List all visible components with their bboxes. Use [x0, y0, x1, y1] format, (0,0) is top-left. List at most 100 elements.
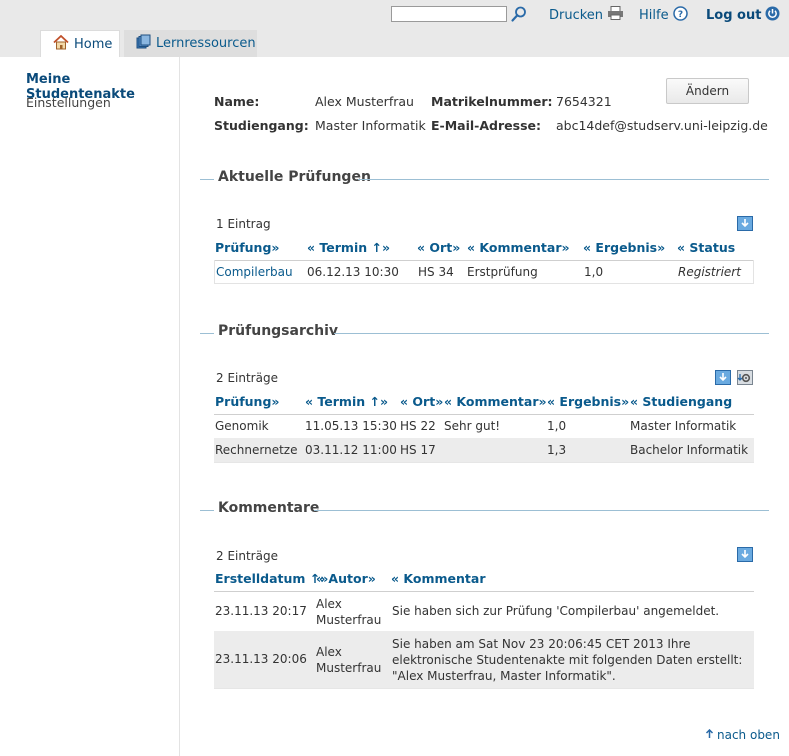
- cell-autor: Alex Musterfrau: [316, 645, 382, 675]
- download-icon[interactable]: [737, 547, 753, 562]
- col-header-ort[interactable]: « Ort»: [417, 240, 460, 255]
- download-icon[interactable]: [737, 216, 753, 231]
- cell-pruefung: Genomik: [215, 419, 269, 433]
- help-link[interactable]: Hilfe ?: [639, 6, 688, 25]
- cell-kommentar: Sie haben am Sat Nov 23 20:06:45 CET 201…: [392, 637, 743, 683]
- section-title: Aktuelle Prüfungen: [218, 169, 371, 185]
- section-current-exams: Aktuelle Prüfungen: [200, 169, 769, 189]
- name-label: Name:: [214, 94, 260, 109]
- cell-kommentar: Sie haben sich zur Prüfung 'Compilerbau'…: [392, 604, 720, 618]
- comments-table: Erstelldatum ↑» « Autor» « Kommentar 23.…: [214, 567, 754, 689]
- cell-pruefung: Rechnernetze: [215, 443, 298, 457]
- col-header-ort[interactable]: « Ort»: [400, 394, 443, 409]
- cell-studiengang: Bachelor Informatik: [630, 443, 749, 457]
- cell-termin: 06.12.13 10:30: [307, 265, 399, 279]
- matrikel-label: Matrikelnummer:: [431, 94, 553, 109]
- tab-home[interactable]: Home: [40, 30, 120, 57]
- table-row: 23.11.13 20:06 Alex Musterfrau Sie haben…: [214, 631, 754, 689]
- sidebar-item-einstellungen[interactable]: Einstellungen: [26, 95, 111, 110]
- col-header-ergebnis[interactable]: « Ergebnis»: [547, 394, 629, 409]
- back-to-top-label: nach oben: [717, 728, 780, 742]
- section-divider: [200, 510, 214, 511]
- logout-link-label: Log out: [706, 8, 762, 23]
- current-exams-table: Prüfung» « Termin ↑» « Ort» « Kommentar»…: [214, 236, 754, 284]
- cell-erstelldatum: 23.11.13 20:17: [215, 604, 307, 618]
- section-archive: Prüfungsarchiv: [200, 323, 769, 343]
- col-header-autor[interactable]: « Autor»: [316, 571, 376, 586]
- section-comments: Kommentare: [200, 500, 769, 520]
- printer-icon: [607, 6, 624, 24]
- exam-name-link[interactable]: Compilerbau: [216, 265, 293, 279]
- help-icon: ?: [672, 6, 688, 25]
- table-header: Prüfung» « Termin ↑» « Ort» « Kommentar»…: [214, 390, 754, 415]
- col-header-termin[interactable]: « Termin ↑»: [307, 240, 390, 255]
- table-row: Genomik 11.05.13 15:30 HS 22 Sehr gut! 1…: [214, 414, 754, 439]
- col-header-pruefung[interactable]: Prüfung»: [215, 394, 279, 409]
- power-icon: [765, 6, 780, 25]
- table-header: Prüfung» « Termin ↑» « Ort» « Kommentar»…: [214, 236, 754, 261]
- entry-count: 1 Eintrag: [216, 217, 271, 231]
- section-divider: [200, 179, 214, 180]
- cell-termin: 03.11.12 11:00: [305, 443, 397, 457]
- home-icon: [53, 34, 69, 54]
- search-input[interactable]: [391, 6, 507, 22]
- cell-termin: 11.05.13 15:30: [305, 419, 397, 433]
- svg-text:?: ?: [677, 10, 682, 20]
- help-link-label: Hilfe: [639, 8, 669, 23]
- email-value: abc14def@studserv.uni-leipzig.de: [556, 118, 768, 133]
- email-label: E-Mail-Adresse:: [431, 118, 541, 133]
- top-bar: Drucken Hilfe ? Log out Home Lernressour…: [0, 0, 789, 57]
- archive-table: Prüfung» « Termin ↑» « Ort» « Kommentar»…: [214, 390, 754, 463]
- matrikel-value: 7654321: [556, 94, 612, 109]
- col-header-kommentar[interactable]: « Kommentar»: [444, 394, 547, 409]
- download-icon[interactable]: [715, 370, 731, 385]
- table-row: Compilerbau 06.12.13 10:30 HS 34 Erstprü…: [214, 260, 754, 284]
- section-title: Kommentare: [218, 500, 320, 516]
- section-divider: [334, 333, 769, 334]
- col-header-pruefung[interactable]: Prüfung»: [215, 240, 279, 255]
- cell-ergebnis: 1,0: [584, 265, 604, 279]
- logout-link[interactable]: Log out: [706, 6, 780, 25]
- entry-count: 2 Einträge: [216, 371, 278, 385]
- col-header-studiengang[interactable]: « Studiengang: [630, 394, 732, 409]
- table-row: 23.11.13 20:17 Alex Musterfrau Sie haben…: [214, 591, 754, 632]
- program-value: Master Informatik: [315, 118, 426, 133]
- col-header-status[interactable]: « Status: [677, 240, 735, 255]
- tab-home-label: Home: [74, 36, 113, 52]
- cell-ort: HS 22: [400, 419, 436, 433]
- col-header-ergebnis[interactable]: « Ergebnis»: [583, 240, 665, 255]
- section-divider: [200, 333, 214, 334]
- cell-autor: Alex Musterfrau: [316, 597, 382, 627]
- table-header: Erstelldatum ↑» « Autor» « Kommentar: [214, 567, 754, 592]
- col-header-erstelldatum[interactable]: Erstelldatum ↑»: [215, 571, 328, 586]
- cell-ergebnis: 1,0: [547, 419, 567, 433]
- print-link-label: Drucken: [549, 7, 604, 23]
- cell-kommentar: Sehr gut!: [444, 419, 501, 433]
- program-label: Studiengang:: [214, 118, 309, 133]
- arrow-up-icon: [705, 728, 714, 742]
- cell-ergebnis: 1,3: [547, 443, 567, 457]
- back-to-top-link[interactable]: nach oben: [705, 728, 780, 742]
- settings-export-icon[interactable]: [737, 370, 753, 385]
- cell-ort: HS 17: [400, 443, 436, 457]
- entry-count: 2 Einträge: [216, 549, 278, 563]
- table-row: Rechnernetze 03.11.12 11:00 HS 17 1,3 Ba…: [214, 438, 754, 463]
- col-header-termin[interactable]: « Termin ↑»: [305, 394, 388, 409]
- tab-lernressourcen-label: Lernressourcen: [156, 36, 256, 51]
- cell-kommentar: Erstprüfung: [467, 265, 538, 279]
- section-divider: [358, 179, 769, 180]
- books-icon: [136, 34, 151, 53]
- section-divider: [314, 510, 769, 511]
- tab-lernressourcen[interactable]: Lernressourcen: [124, 30, 257, 57]
- cell-studiengang: Master Informatik: [630, 419, 737, 433]
- col-header-kommentar[interactable]: « Kommentar: [391, 571, 485, 586]
- cell-ort: HS 34: [418, 265, 454, 279]
- section-title: Prüfungsarchiv: [218, 323, 339, 339]
- edit-button[interactable]: Ändern: [666, 78, 749, 104]
- sidebar: Meine Studentenakte Einstellungen: [0, 57, 180, 756]
- print-link[interactable]: Drucken: [549, 6, 624, 24]
- search-icon[interactable]: [510, 5, 528, 23]
- name-value: Alex Musterfrau: [315, 94, 414, 109]
- col-header-kommentar[interactable]: « Kommentar»: [467, 240, 570, 255]
- cell-status: Registriert: [678, 265, 741, 279]
